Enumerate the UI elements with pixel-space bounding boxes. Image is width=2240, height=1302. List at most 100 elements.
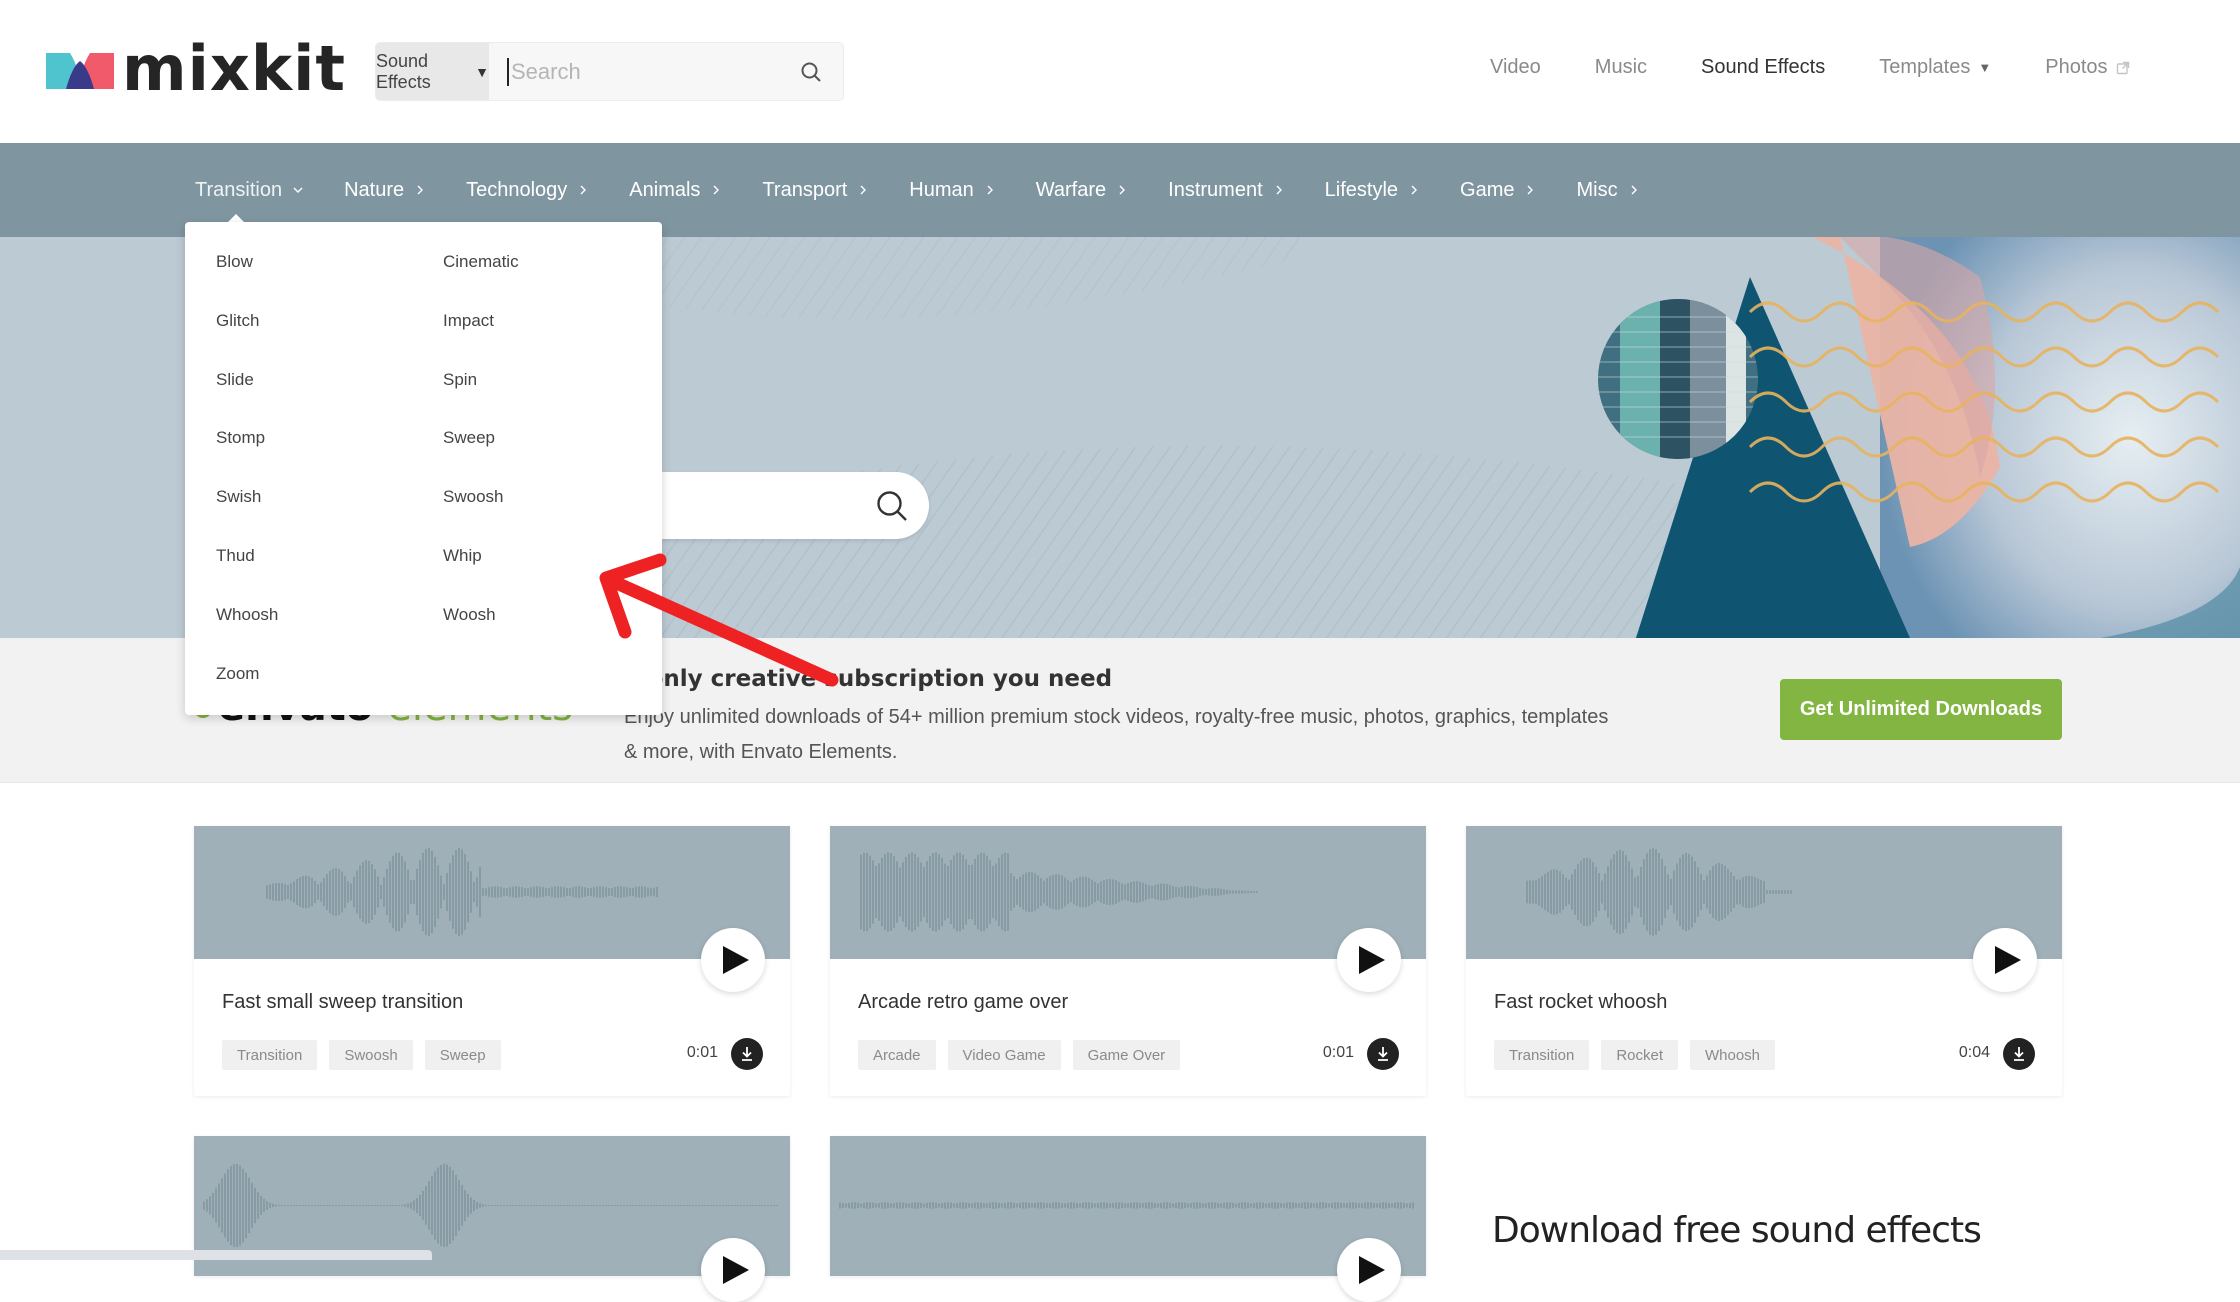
play-button[interactable] — [701, 928, 765, 992]
play-button[interactable] — [701, 1238, 765, 1302]
waveform-graphic — [266, 848, 658, 936]
category-nature[interactable]: Nature — [344, 179, 426, 202]
sound-title[interactable]: Fast small sweep transition — [222, 991, 463, 1014]
category-label: Misc — [1576, 178, 1618, 201]
sound-title[interactable]: Arcade retro game over — [858, 991, 1068, 1014]
nav-templates-label: Templates — [1879, 56, 1971, 78]
mixkit-logo[interactable]: mixkit — [46, 38, 346, 100]
category-animals[interactable]: Animals — [629, 179, 722, 202]
tag[interactable]: Swoosh — [329, 1040, 413, 1070]
nav-music[interactable]: Music — [1595, 56, 1647, 79]
nav-photos-label: Photos — [2045, 56, 2108, 78]
tag[interactable]: Rocket — [1601, 1040, 1678, 1070]
sound-card — [830, 1136, 1426, 1302]
category-transport[interactable]: Transport — [762, 179, 869, 202]
sound-card: Fast small sweep transition Transition S… — [194, 826, 790, 1096]
tag-list: Transition Swoosh Sweep — [222, 1040, 501, 1070]
subcategory-glitch[interactable]: Glitch — [216, 308, 443, 367]
sound-title[interactable]: Fast rocket whoosh — [1494, 991, 1667, 1014]
play-button[interactable] — [1337, 928, 1401, 992]
chevron-right-icon — [713, 185, 720, 195]
tag-list: Transition Rocket Whoosh — [1494, 1040, 1776, 1070]
chevron-right-icon — [1119, 185, 1126, 195]
tag-list: Arcade Video Game Game Over — [858, 1040, 1181, 1070]
tag[interactable]: Game Over — [1072, 1040, 1181, 1070]
waveform[interactable] — [1466, 826, 2062, 959]
subcategory-cinematic[interactable]: Cinematic — [443, 249, 643, 308]
subcategory-slide[interactable]: Slide — [216, 367, 443, 426]
subcategory-spin[interactable]: Spin — [443, 367, 643, 426]
waveform-graphic — [1526, 848, 1792, 936]
category-warfare[interactable]: Warfare — [1036, 179, 1128, 202]
search-icon[interactable] — [875, 489, 909, 523]
subcategory-blow[interactable]: Blow — [216, 249, 443, 308]
nav-sound-effects[interactable]: Sound Effects — [1701, 56, 1825, 79]
play-icon — [722, 1256, 749, 1284]
external-link-icon — [2116, 61, 2129, 74]
envato-heading: e only creative subscription you need — [624, 666, 1113, 692]
caret-down-icon: ▼ — [1978, 60, 1992, 75]
waveform[interactable] — [830, 1136, 1426, 1276]
subcategory-whoosh[interactable]: Whoosh — [216, 602, 443, 661]
category-label: Technology — [466, 178, 568, 201]
tag[interactable]: Transition — [222, 1040, 318, 1070]
subcategory-whip[interactable]: Whip — [443, 543, 643, 602]
subcategory-woosh[interactable]: Woosh — [443, 602, 643, 661]
nav-video[interactable]: Video — [1490, 56, 1541, 79]
waveform[interactable] — [830, 826, 1426, 959]
sound-card: Arcade retro game over Arcade Video Game… — [830, 826, 1426, 1096]
hero-illustration — [1598, 237, 2240, 638]
chevron-down-icon — [293, 187, 303, 193]
get-unlimited-downloads-button[interactable]: Get Unlimited Downloads — [1780, 679, 2062, 740]
duration: 0:04 — [1958, 1044, 1990, 1061]
envato-description: Enjoy unlimited downloads of 54+ million… — [624, 706, 1609, 763]
chevron-right-icon — [1527, 185, 1534, 195]
subcategory-swoosh[interactable]: Swoosh — [443, 484, 643, 543]
nav-photos[interactable]: Photos — [2045, 56, 2129, 79]
category-human[interactable]: Human — [909, 179, 995, 202]
search-type-label: Sound Effects — [376, 50, 431, 92]
download-button[interactable] — [731, 1038, 763, 1070]
category-game[interactable]: Game — [1460, 179, 1536, 202]
play-icon — [722, 946, 749, 974]
caret-down-icon: ▼ — [475, 63, 489, 80]
sound-card: Fast rocket whoosh Transition Rocket Who… — [1466, 826, 2062, 1096]
download-button[interactable] — [2003, 1038, 2035, 1070]
category-technology[interactable]: Technology — [466, 179, 589, 202]
subcategory-list: Blow Cinematic Glitch Impact Slide Spin … — [216, 249, 643, 719]
search-icon[interactable] — [799, 60, 823, 84]
play-button[interactable] — [1337, 1238, 1401, 1302]
logo-mark-icon — [46, 53, 114, 89]
search-input-wrapper — [489, 43, 843, 100]
category-label: Game — [1460, 178, 1515, 201]
play-icon — [1358, 1256, 1385, 1284]
play-button[interactable] — [1973, 928, 2037, 992]
category-instrument[interactable]: Instrument — [1168, 179, 1284, 202]
subcategory-swish[interactable]: Swish — [216, 484, 443, 543]
nav-templates[interactable]: Templates ▼ — [1879, 56, 1991, 79]
download-button[interactable] — [1367, 1038, 1399, 1070]
duration: 0:01 — [1322, 1044, 1354, 1061]
category-label: Animals — [629, 178, 701, 201]
chevron-right-icon — [580, 185, 587, 195]
waveform[interactable] — [194, 826, 790, 959]
download-icon — [2014, 1047, 2024, 1061]
category-lifestyle[interactable]: Lifestyle — [1325, 179, 1420, 202]
site-header: mixkit Sound Effects ▼ Video Music Sound… — [0, 0, 2240, 143]
subcategory-thud[interactable]: Thud — [216, 543, 443, 602]
subcategory-zoom[interactable]: Zoom — [216, 661, 443, 720]
tag[interactable]: Video Game — [947, 1040, 1061, 1070]
tag[interactable]: Whoosh — [1690, 1040, 1776, 1070]
subcategory-impact[interactable]: Impact — [443, 308, 643, 367]
tag[interactable]: Arcade — [858, 1040, 936, 1070]
search-input[interactable] — [507, 57, 799, 86]
subcategory-sweep[interactable]: Sweep — [443, 425, 643, 484]
search-type-dropdown[interactable]: Sound Effects ▼ — [376, 43, 489, 100]
subcategory-stomp[interactable]: Stomp — [216, 425, 443, 484]
category-transition[interactable]: Transition — [195, 179, 304, 202]
chevron-right-icon — [1631, 185, 1637, 195]
duration: 0:01 — [686, 1044, 718, 1061]
tag[interactable]: Sweep — [424, 1040, 501, 1070]
tag[interactable]: Transition — [1494, 1040, 1590, 1070]
category-misc[interactable]: Misc — [1576, 179, 1639, 202]
